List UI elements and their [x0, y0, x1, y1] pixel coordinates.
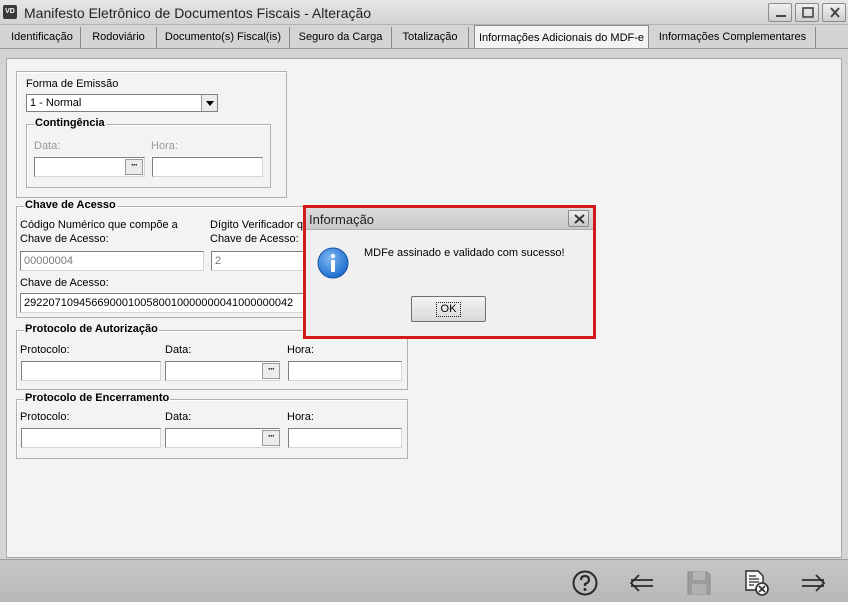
- ok-button[interactable]: OK: [411, 296, 486, 322]
- encerramento-title: Protocolo de Encerramento: [24, 392, 171, 404]
- cancel-document-icon: [745, 570, 769, 596]
- autorizacao-data-picker-button[interactable]: ···: [262, 363, 280, 379]
- minimize-icon: [776, 15, 786, 17]
- encerramento-data-picker-button[interactable]: ···: [262, 430, 280, 446]
- autorizacao-protocolo-label: Protocolo:: [20, 344, 70, 356]
- maximize-button[interactable]: [795, 3, 819, 22]
- dialog-close-button[interactable]: [568, 210, 589, 227]
- encerramento-hora-field[interactable]: [288, 428, 402, 448]
- contingencia-group: Contingência Data: Hora: ···: [26, 117, 271, 188]
- dropdown-button[interactable]: [201, 95, 217, 111]
- forma-emissao-value: 1 - Normal: [30, 97, 82, 109]
- chave-acesso-label: Chave de Acesso:: [20, 277, 109, 289]
- contingencia-hora-field[interactable]: [152, 157, 263, 177]
- autorizacao-data-label: Data:: [165, 344, 192, 356]
- forward-button[interactable]: [799, 570, 827, 596]
- minimize-button[interactable]: [768, 3, 792, 22]
- autorizacao-hora-label: Hora:: [287, 344, 314, 356]
- dialog-titlebar: Informação: [306, 208, 593, 230]
- dialog-message: MDFe assinado e validado com sucesso!: [364, 247, 565, 259]
- ok-button-label: OK: [436, 302, 461, 317]
- window-title: Manifesto Eletrônico de Documentos Fisca…: [24, 5, 372, 21]
- help-button[interactable]: [571, 570, 599, 596]
- encerramento-protocolo-label: Protocolo:: [20, 411, 70, 423]
- window-titlebar: VD Manifesto Eletrônico de Documentos Fi…: [0, 0, 848, 25]
- chevron-down-icon: [206, 101, 214, 106]
- tab-totalizacao[interactable]: Totalização: [392, 27, 469, 48]
- tab-documentos-fiscais[interactable]: Documento(s) Fiscal(is): [157, 27, 290, 48]
- dialog-title: Informação: [309, 212, 375, 227]
- back-button[interactable]: [628, 570, 656, 596]
- encerramento-hora-label: Hora:: [287, 411, 314, 423]
- emissao-group: Forma de Emissão 1 - Normal Contingência…: [16, 71, 287, 198]
- back-arrow-icon: [629, 574, 653, 592]
- help-icon: [572, 570, 598, 596]
- tab-seguro-da-carga[interactable]: Seguro da Carga: [290, 27, 392, 48]
- cancel-document-button[interactable]: [742, 570, 770, 596]
- autorizacao-title: Protocolo de Autorização: [24, 323, 159, 335]
- contingencia-hora-label: Hora:: [151, 140, 178, 152]
- save-icon: [687, 571, 711, 595]
- tab-informacoes-complementares[interactable]: Informações Complementares: [650, 27, 816, 48]
- tab-informacoes-adicionais[interactable]: Informações Adicionais do MDF-e: [474, 25, 649, 49]
- autorizacao-protocolo-field[interactable]: [21, 361, 161, 381]
- contingencia-title: Contingência: [34, 117, 106, 129]
- save-button[interactable]: [685, 570, 713, 596]
- forward-arrow-icon: [802, 574, 826, 592]
- codigo-numerico-label-1: Código Numérico que compõe a: [20, 219, 178, 231]
- close-icon: [830, 7, 840, 18]
- tab-divider: [0, 48, 848, 49]
- digito-verificador-label-1: Dígito Verificador qu: [210, 219, 310, 231]
- chave-title: Chave de Acesso: [24, 199, 117, 211]
- encerramento-data-label: Data:: [165, 411, 192, 423]
- information-dialog: Informação MDFe assinado e validado com …: [303, 205, 596, 339]
- contingencia-data-label: Data:: [34, 140, 61, 152]
- encerramento-group: Protocolo de Encerramento Protocolo: Dat…: [16, 392, 408, 459]
- autorizacao-group: Protocolo de Autorização Protocolo: Data…: [16, 323, 408, 390]
- digito-verificador-label-2: Chave de Acesso:: [210, 233, 299, 245]
- forma-emissao-select[interactable]: 1 - Normal: [26, 94, 218, 112]
- tab-identificacao[interactable]: Identificação: [4, 27, 81, 48]
- encerramento-protocolo-field[interactable]: [21, 428, 161, 448]
- codigo-numerico-label-2: Chave de Acesso:: [20, 233, 109, 245]
- bottom-toolbar: [0, 559, 848, 602]
- codigo-numerico-field[interactable]: [20, 251, 204, 271]
- maximize-icon: [802, 7, 814, 18]
- autorizacao-hora-field[interactable]: [288, 361, 402, 381]
- info-icon: [317, 247, 349, 279]
- close-button[interactable]: [822, 3, 846, 22]
- tab-rodoviario[interactable]: Rodoviário: [81, 27, 157, 48]
- forma-emissao-label: Forma de Emissão: [26, 78, 119, 90]
- contingencia-data-picker-button[interactable]: ···: [125, 159, 143, 175]
- app-icon: VD: [3, 5, 17, 19]
- close-icon: [574, 214, 585, 224]
- tab-strip: Identificação Rodoviário Documento(s) Fi…: [0, 25, 848, 58]
